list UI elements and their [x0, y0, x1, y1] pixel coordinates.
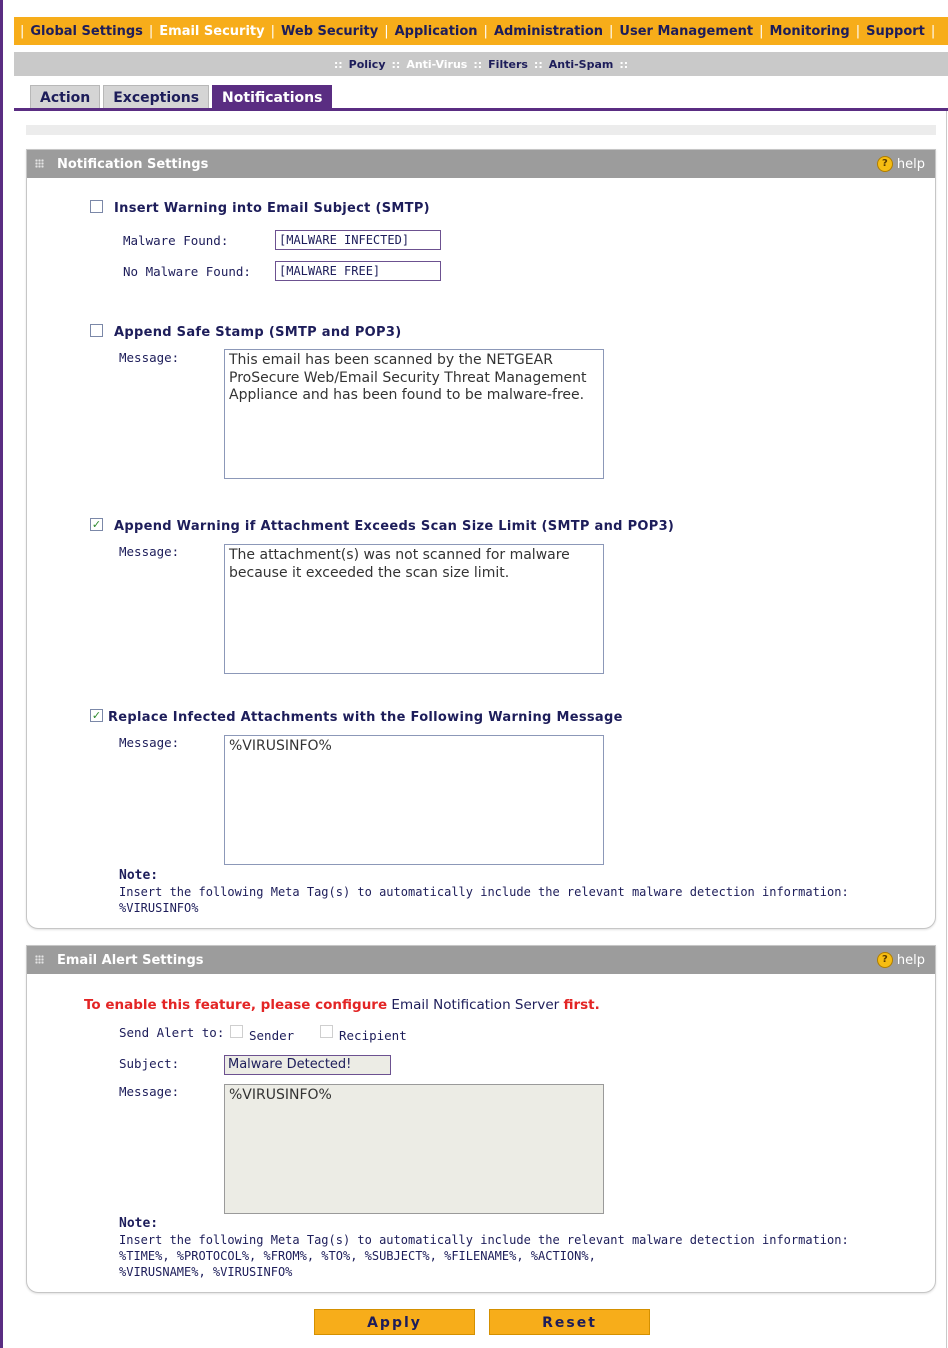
section-title: Email Alert Settings: [57, 953, 204, 968]
malware-found-label: Malware Found:: [123, 233, 229, 248]
size-limit-warning-label: Append Warning if Attachment Exceeds Sca…: [114, 519, 675, 534]
size-limit-message-label: Message:: [119, 544, 180, 559]
help-link[interactable]: ? help: [876, 156, 925, 172]
note-tags-line1: %TIME%, %PROTOCOL%, %FROM%, %TO%, %SUBJE…: [119, 1249, 596, 1263]
note-tags-line2: %VIRUSNAME%, %VIRUSINFO%: [119, 1265, 293, 1279]
alert-note: Note: Insert the following Meta Tag(s) t…: [119, 1216, 919, 1280]
nav-monitoring[interactable]: Monitoring: [770, 24, 850, 39]
sender-checkbox[interactable]: [230, 1025, 243, 1038]
malware-found-input[interactable]: [MALWARE INFECTED]: [275, 230, 441, 250]
safe-stamp-message-label: Message:: [119, 350, 180, 365]
insert-warning-label: Insert Warning into Email Subject (SMTP): [114, 201, 430, 216]
help-link[interactable]: ? help: [876, 952, 925, 968]
subject-label: Subject:: [119, 1056, 180, 1071]
no-malware-found-label: No Malware Found:: [123, 264, 251, 279]
grip-icon: [35, 159, 44, 168]
no-malware-found-input[interactable]: [MALWARE FREE]: [275, 261, 441, 281]
reset-button[interactable]: Reset: [489, 1309, 650, 1335]
subnav-filters[interactable]: Filters: [488, 58, 528, 71]
replace-infected-message[interactable]: %VIRUSINFO%: [224, 735, 604, 865]
top-strip: [26, 125, 936, 135]
subject-input[interactable]: Malware Detected!: [224, 1055, 391, 1075]
nav-web-security[interactable]: Web Security: [281, 24, 378, 39]
nav-support[interactable]: Support: [866, 24, 925, 39]
replace-infected-label: Replace Infected Attachments with the Fo…: [108, 710, 623, 725]
replace-infected-message-label: Message:: [119, 735, 180, 750]
section-title: Notification Settings: [57, 157, 209, 172]
size-limit-message[interactable]: The attachment(s) was not scanned for ma…: [224, 544, 604, 674]
nav-global-settings[interactable]: Global Settings: [30, 24, 142, 39]
email-notification-server-link[interactable]: Email Notification Server: [387, 997, 563, 1013]
tab-action[interactable]: Action: [30, 85, 101, 109]
warning-text-pre: To enable this feature, please configure: [84, 997, 388, 1013]
alert-message-label: Message:: [119, 1084, 180, 1099]
email-alert-settings-section: Email Alert Settings ? help To enable th…: [26, 945, 936, 1293]
configure-warning: To enable this feature, please configure…: [84, 997, 600, 1013]
safe-stamp-checkbox[interactable]: [90, 324, 103, 337]
size-limit-warning-checkbox[interactable]: ✓: [90, 518, 103, 531]
top-nav: | Global Settings | Email Security | Web…: [14, 17, 948, 45]
insert-warning-checkbox[interactable]: [90, 200, 103, 213]
tab-bar: Action Exceptions Notifications: [30, 85, 335, 109]
nav-user-management[interactable]: User Management: [619, 24, 753, 39]
nav-application[interactable]: Application: [395, 24, 478, 39]
notification-settings-header: Notification Settings ? help: [27, 150, 935, 178]
notification-settings-section: Notification Settings ? help Insert Warn…: [26, 149, 936, 929]
safe-stamp-message[interactable]: This email has been scanned by the NETGE…: [224, 349, 604, 479]
help-label: help: [896, 952, 925, 968]
apply-button[interactable]: Apply: [314, 1309, 475, 1335]
warning-text-post: first.: [563, 997, 600, 1013]
nav-administration[interactable]: Administration: [494, 24, 603, 39]
sender-label: Sender: [249, 1028, 295, 1043]
recipient-checkbox[interactable]: [320, 1025, 333, 1038]
subnav-anti-virus[interactable]: Anti-Virus: [406, 58, 467, 71]
note-text: Insert the following Meta Tag(s) to auto…: [119, 1233, 849, 1247]
send-alert-label: Send Alert to:: [119, 1025, 225, 1040]
help-icon: ?: [876, 156, 893, 172]
email-alert-settings-header: Email Alert Settings ? help: [27, 946, 935, 974]
help-icon: ?: [876, 952, 893, 968]
recipient-label: Recipient: [339, 1028, 407, 1043]
replace-infected-checkbox[interactable]: ✓: [90, 709, 103, 722]
alert-message[interactable]: %VIRUSINFO%: [224, 1084, 604, 1214]
help-label: help: [896, 156, 925, 172]
tab-notifications[interactable]: Notifications: [212, 85, 333, 109]
note-title: Note:: [119, 868, 159, 883]
notification-note: Note: Insert the following Meta Tag(s) t…: [119, 868, 919, 916]
note-tags: %VIRUSINFO%: [119, 901, 199, 915]
tab-exceptions[interactable]: Exceptions: [103, 85, 210, 109]
grip-icon: [35, 955, 44, 964]
subnav-policy[interactable]: Policy: [349, 58, 386, 71]
subnav-anti-spam[interactable]: Anti-Spam: [549, 58, 614, 71]
nav-email-security[interactable]: Email Security: [159, 24, 264, 39]
safe-stamp-label: Append Safe Stamp (SMTP and POP3): [114, 325, 402, 340]
sub-nav: :: Policy :: Anti-Virus :: Filters :: An…: [14, 52, 948, 76]
note-text: Insert the following Meta Tag(s) to auto…: [119, 885, 849, 899]
note-title: Note:: [119, 1216, 159, 1231]
